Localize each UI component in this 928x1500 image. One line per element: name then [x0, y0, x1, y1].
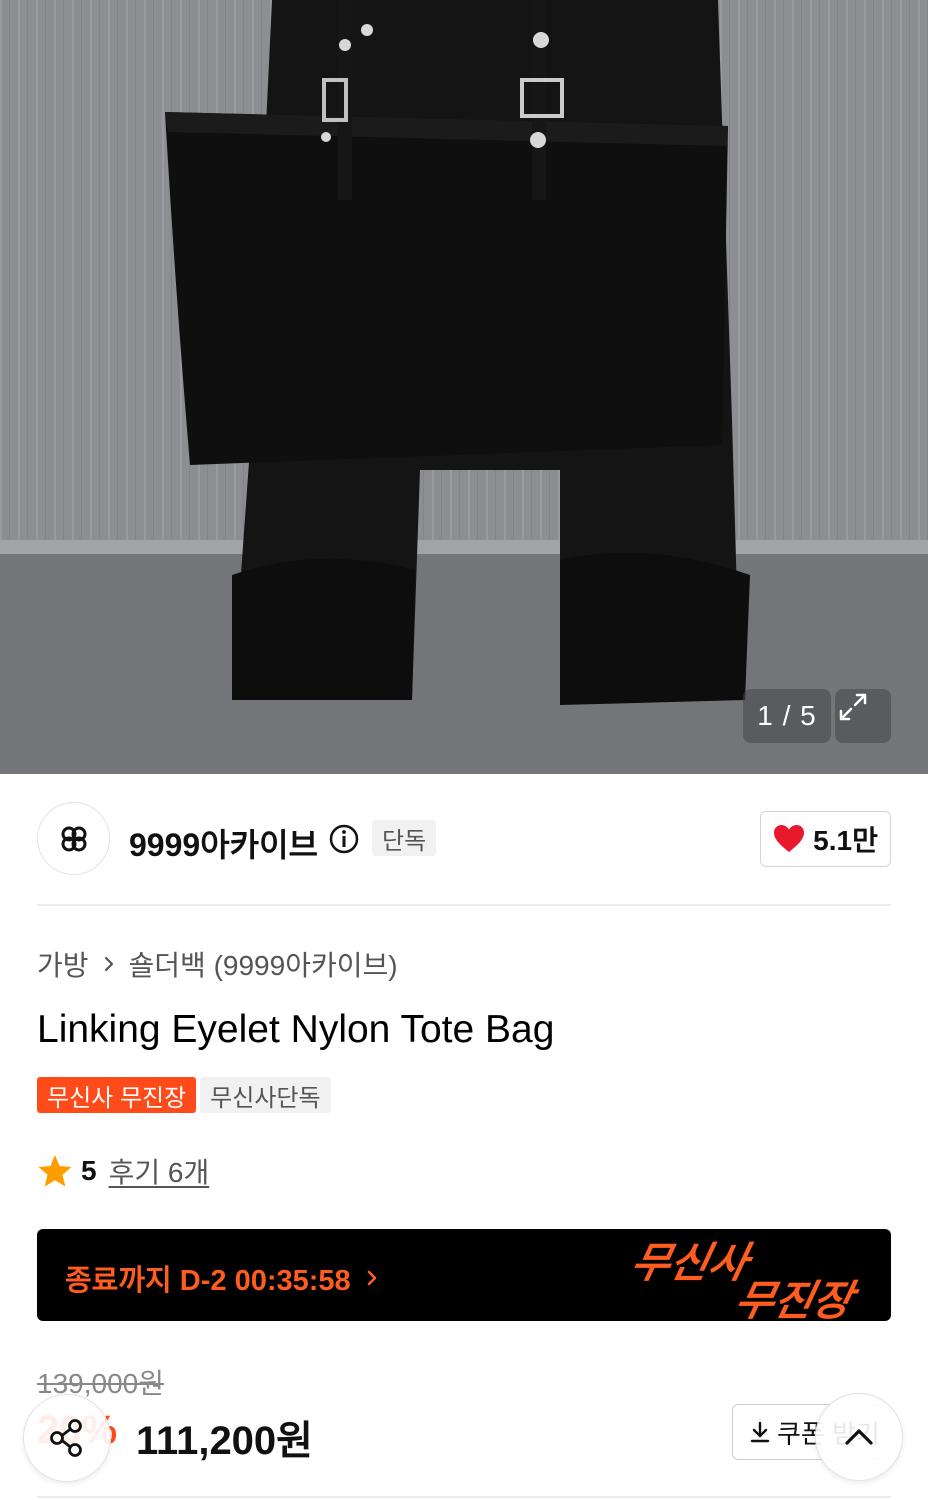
- logo-line2: 무진장: [730, 1277, 862, 1321]
- image-counter: 1 / 5: [743, 689, 831, 743]
- scroll-top-button[interactable]: [815, 1393, 903, 1481]
- chevron-right-icon: [104, 956, 113, 972]
- tag-exclusive: 무신사단독: [200, 1077, 331, 1113]
- breadcrumb-subcategory[interactable]: 숄더백 (9999아카이브): [129, 944, 398, 984]
- countdown-text: 종료까지 D-2 00:35:58: [65, 1265, 351, 1297]
- chevron-up-icon: [845, 1429, 873, 1445]
- share-button[interactable]: [23, 1394, 111, 1482]
- chevron-right-icon: [367, 1270, 376, 1286]
- brand-logo[interactable]: [37, 802, 110, 875]
- like-count: 5.1만: [813, 825, 878, 856]
- expand-image-button[interactable]: [835, 689, 891, 743]
- rating-row: 5 후기 6개: [37, 1151, 209, 1191]
- sale-price: 111,200원: [136, 1419, 313, 1463]
- brand-name[interactable]: 9999아카이브: [129, 820, 318, 866]
- divider: [37, 1496, 891, 1498]
- divider: [37, 904, 891, 906]
- brand-row: 9999아카이브 단독 5.1만: [37, 802, 891, 876]
- breadcrumb-category[interactable]: 가방: [37, 944, 89, 984]
- brand-logo-icon: [61, 826, 86, 851]
- download-icon: [750, 1421, 770, 1443]
- product-image[interactable]: 1 / 5: [0, 0, 928, 774]
- heart-icon: [774, 825, 805, 852]
- info-icon[interactable]: [329, 824, 359, 854]
- like-button[interactable]: 5.1만: [760, 811, 891, 867]
- share-icon: [50, 1419, 82, 1457]
- logo-line1: 무신사: [626, 1239, 757, 1287]
- breadcrumb: 가방 숄더백 (9999아카이브): [37, 944, 398, 984]
- tag-mujinjang: 무신사 무진장: [37, 1077, 197, 1113]
- expand-icon: [839, 693, 867, 721]
- exclusive-badge: 단독: [372, 820, 437, 856]
- review-link[interactable]: 후기 6개: [109, 1151, 210, 1191]
- rating-score: 5: [81, 1155, 97, 1186]
- product-title: Linking Eyelet Nylon Tote Bag: [37, 1008, 555, 1051]
- mujinjang-banner[interactable]: 종료까지 D-2 00:35:58 무신사 무진장: [37, 1229, 891, 1321]
- star-icon: [38, 1155, 72, 1187]
- mujinjang-logo: 무신사 무진장: [626, 1239, 862, 1321]
- product-tags: 무신사 무진장 무신사단독: [37, 1077, 331, 1113]
- countdown: 종료까지 D-2 00:35:58: [65, 1257, 381, 1299]
- product-photo: [0, 0, 928, 774]
